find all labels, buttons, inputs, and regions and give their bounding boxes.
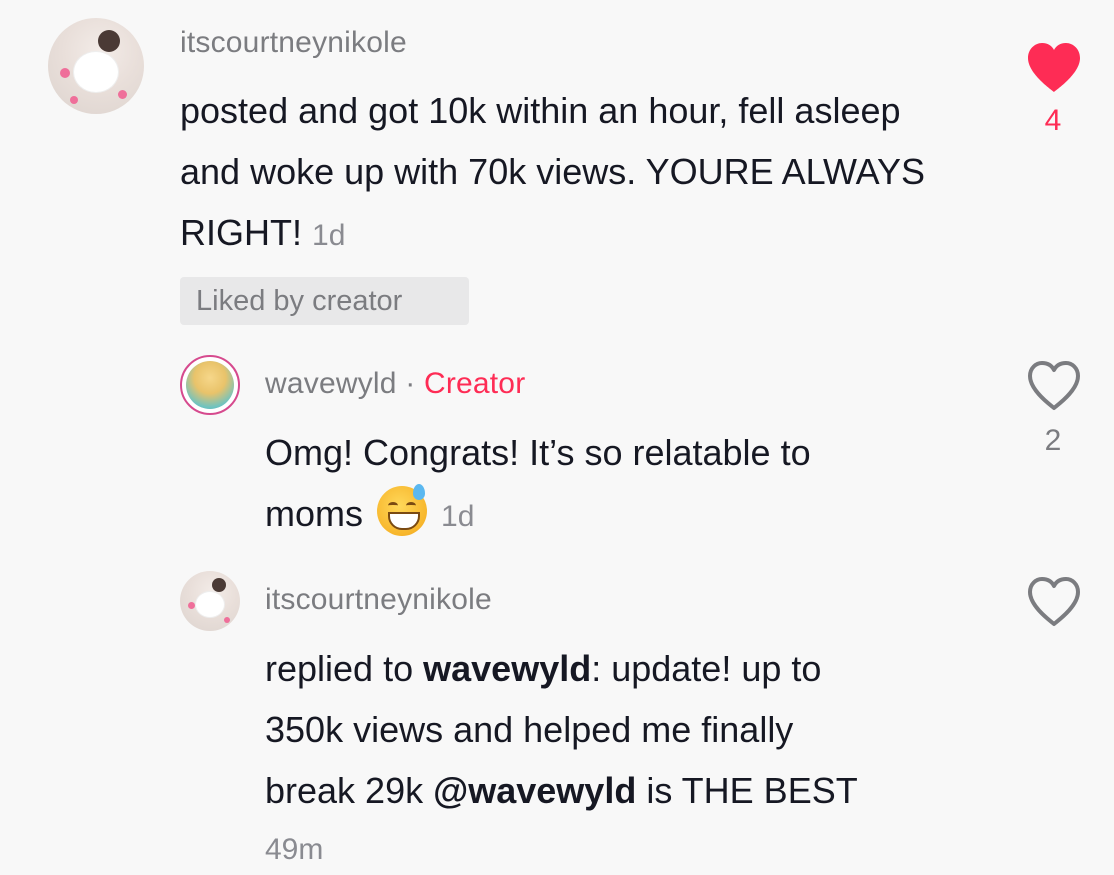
reply-username-line: wavewyld · Creator	[265, 367, 525, 401]
reply-text-line: Omg! Congrats! It’s so relatable to	[265, 432, 811, 473]
heart-filled-icon	[1028, 43, 1080, 92]
avatar-figure	[196, 592, 224, 617]
like-button[interactable]	[1026, 42, 1082, 94]
reply-text-segment: is THE BEST	[646, 770, 858, 811]
comment-body: posted and got 10k within an hour, fell …	[180, 90, 925, 253]
avatar-figure	[74, 52, 118, 92]
avatar[interactable]	[180, 571, 240, 631]
like-button[interactable]	[1026, 360, 1082, 412]
separator-dot: ·	[405, 367, 416, 400]
reply-text-segment: moms	[265, 493, 363, 534]
heart-outline-icon	[1028, 577, 1080, 626]
reply-timestamp: 1d	[441, 500, 475, 533]
avatar-flower	[60, 68, 70, 78]
avatar[interactable]	[180, 355, 240, 415]
liked-by-creator-badge: Liked by creator	[180, 277, 469, 325]
reply-text-line: 350k views and helped me finally	[265, 709, 794, 750]
mention-link[interactable]: @wavewyld	[433, 770, 636, 811]
avatar-flower	[70, 96, 78, 104]
replied-to-username[interactable]: wavewyld	[423, 648, 591, 689]
creator-label: Creator	[423, 367, 526, 400]
reply-text-segment: : update! up to	[591, 648, 822, 689]
reply-text-line: replied to wavewyld: update! up to	[265, 638, 1025, 699]
reply-text: Omg! Congrats! It’s so relatable to moms…	[265, 422, 985, 547]
reply-text-line: break 29k @wavewyld is THE BEST	[265, 760, 1025, 821]
avatar-flower	[118, 90, 127, 99]
like-button[interactable]	[1026, 576, 1082, 628]
reply-username[interactable]: wavewyld	[265, 367, 397, 400]
avatar-hair	[212, 578, 226, 592]
replied-prefix: replied to	[265, 648, 414, 689]
avatar-hair	[98, 30, 120, 52]
avatar-photo	[186, 361, 234, 409]
comment-text: posted and got 10k within an hour, fell …	[180, 80, 960, 266]
sweat-smile-emoji-icon	[377, 484, 428, 536]
comment-username[interactable]: itscourtneynikole	[180, 26, 407, 60]
reply-text-segment: break 29k	[265, 770, 424, 811]
reply-text: replied to wavewyld: update! up to 350k …	[265, 638, 1025, 875]
avatar-flower	[188, 602, 195, 609]
reply-text-line: moms 1d	[265, 483, 985, 547]
like-count: 4	[1044, 104, 1062, 137]
comment-timestamp: 1d	[312, 219, 346, 252]
like-count: 2	[1044, 424, 1062, 457]
avatar-flower	[224, 617, 230, 623]
reply-username[interactable]: itscourtneynikole	[265, 583, 492, 617]
reply-timestamp: 49m	[265, 833, 324, 866]
heart-outline-icon	[1028, 361, 1080, 410]
avatar[interactable]	[48, 18, 144, 114]
